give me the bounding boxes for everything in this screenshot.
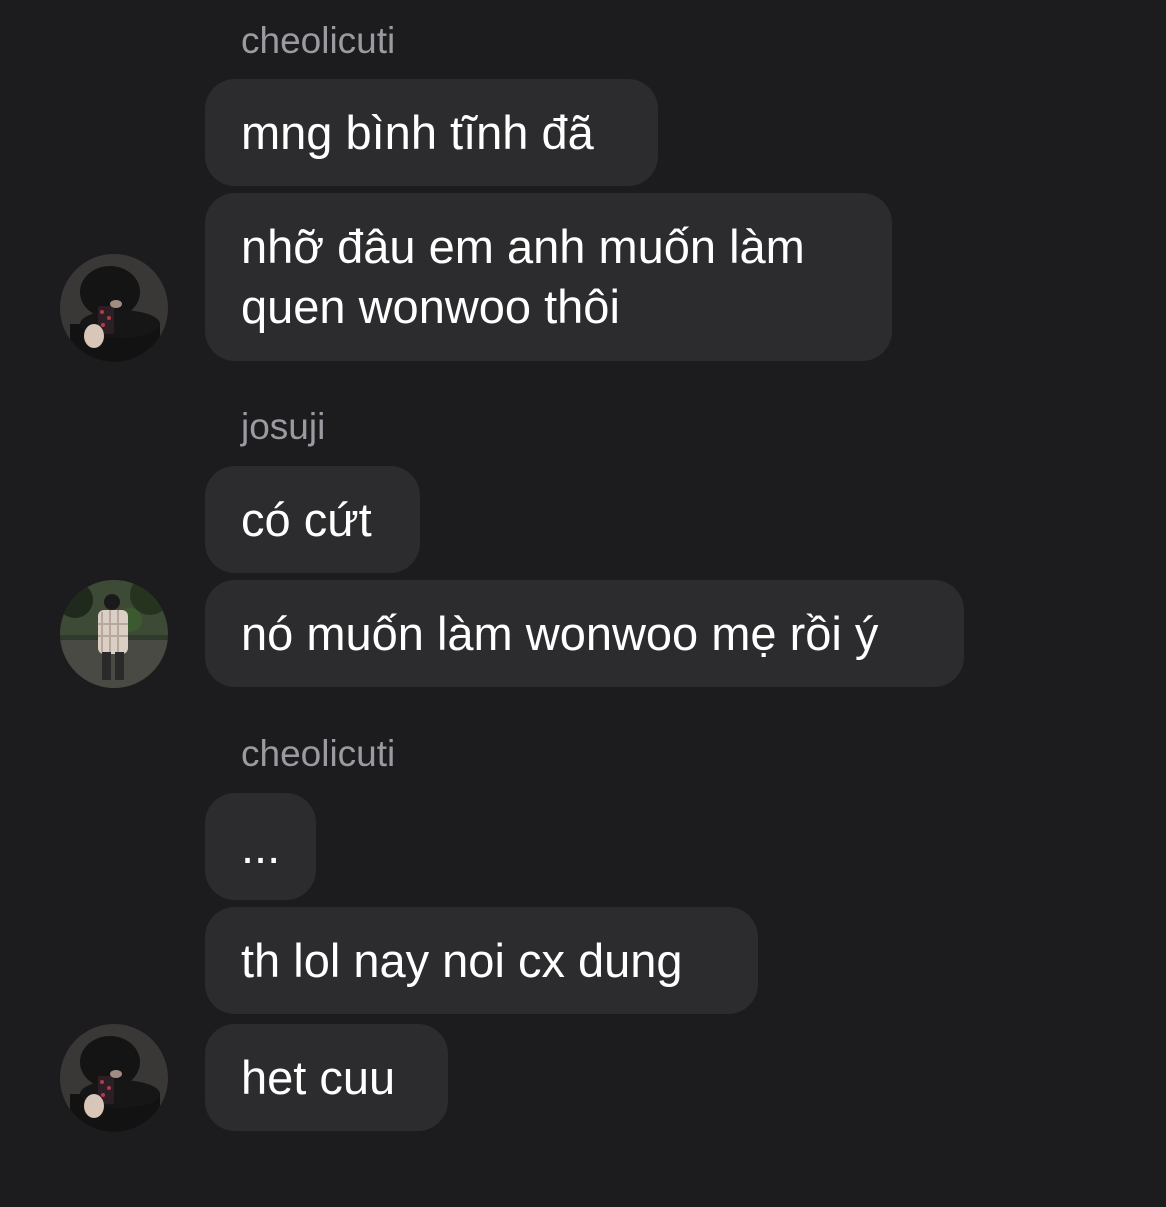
message-bubble[interactable]: mng bình tĩnh đã <box>205 79 658 186</box>
message-text: nhỡ đâu em anh muốn làm quen wonwoo thôi <box>241 220 805 333</box>
message-bubble[interactable]: có cứt <box>205 466 420 573</box>
avatar[interactable] <box>60 254 168 362</box>
message-text: het cuu <box>241 1050 396 1104</box>
avatar[interactable] <box>60 1024 168 1132</box>
message-text: th lol nay noi cx dung <box>241 933 683 987</box>
message-bubble[interactable]: het cuu <box>205 1024 448 1131</box>
message-text: nó muốn làm wonwoo mẹ rồi ý <box>241 606 879 660</box>
message-bubble[interactable]: nhỡ đâu em anh muốn làm quen wonwoo thôi <box>205 193 892 361</box>
profile-photo-mirror-selfie-icon <box>60 254 168 362</box>
sender-name[interactable]: josuji <box>241 405 325 449</box>
avatar[interactable] <box>60 580 168 688</box>
message-bubble[interactable]: th lol nay noi cx dung <box>205 907 758 1014</box>
sender-name[interactable]: cheolicuti <box>241 19 395 63</box>
profile-photo-outdoor-icon <box>60 580 168 688</box>
profile-photo-mirror-selfie-icon <box>60 1024 168 1132</box>
message-text: có cứt <box>241 492 372 546</box>
message-text: mng bình tĩnh đã <box>241 105 594 159</box>
message-bubble[interactable]: ... <box>205 793 316 900</box>
sender-name[interactable]: cheolicuti <box>241 732 395 776</box>
message-bubble[interactable]: nó muốn làm wonwoo mẹ rồi ý <box>205 580 964 687</box>
message-text: ... <box>241 819 281 873</box>
